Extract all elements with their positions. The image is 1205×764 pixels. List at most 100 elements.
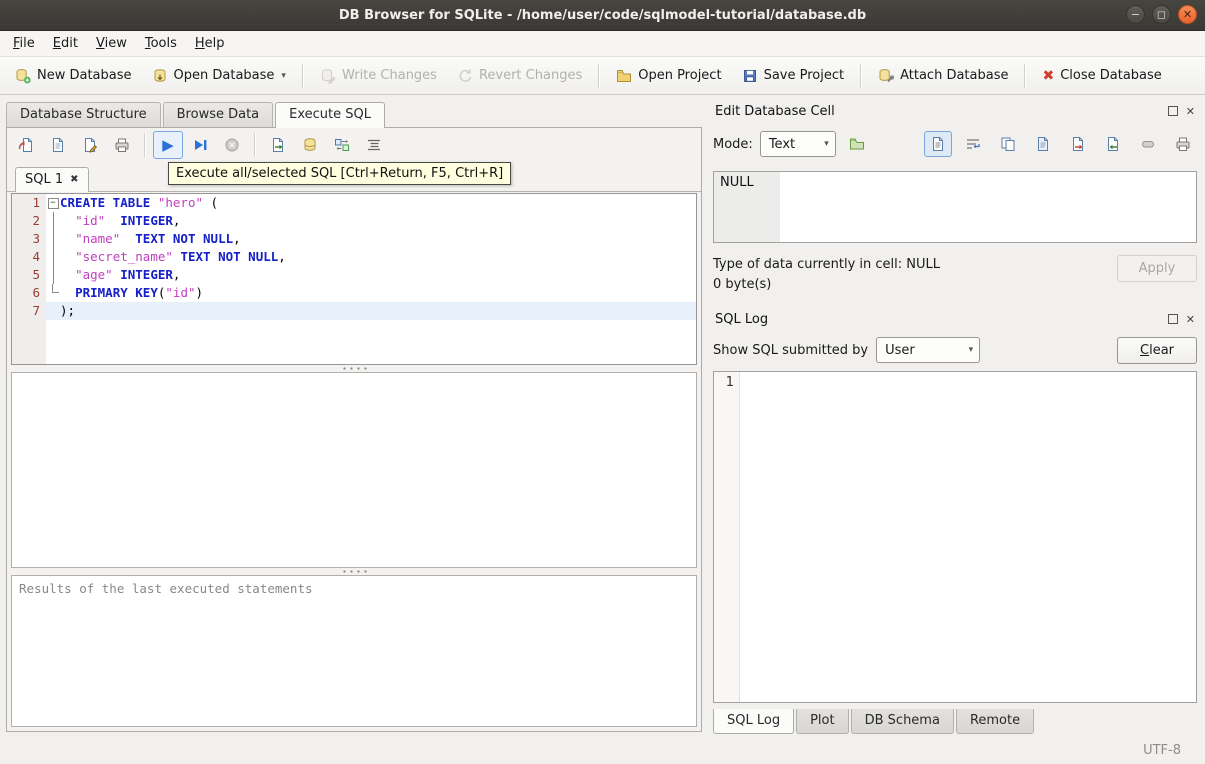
dock-float-icon[interactable] — [1167, 106, 1178, 116]
minimize-button[interactable]: − — [1126, 5, 1145, 24]
dock-tab-sql-log[interactable]: SQL Log — [713, 709, 795, 734]
editor-line[interactable]: 3 "name" TEXT NOT NULL, — [12, 230, 696, 248]
export-cell-button[interactable] — [1064, 131, 1092, 157]
text-mode-icon — [933, 137, 943, 151]
menu-file[interactable]: File — [4, 34, 44, 53]
sql-document-tab[interactable]: SQL 1 ✖ — [15, 167, 89, 192]
dock-tab-db-schema[interactable]: DB Schema — [850, 709, 954, 734]
dock-tab-remote[interactable]: Remote — [955, 709, 1035, 734]
open-project-button[interactable]: Open Project — [607, 63, 730, 89]
editor-line[interactable]: 1− CREATE TABLE "hero" ( — [12, 194, 696, 212]
fold-guide — [46, 284, 60, 302]
editor-splitter[interactable] — [7, 365, 701, 372]
open-database-button[interactable]: Open Database ▾ — [143, 63, 295, 89]
find-replace-button[interactable] — [327, 131, 357, 159]
open-database-dropdown-icon[interactable]: ▾ — [281, 71, 286, 81]
format-sql-button[interactable] — [359, 131, 389, 159]
open-file-in-cell-button[interactable] — [843, 131, 871, 157]
dock-float-icon[interactable] — [1167, 314, 1178, 324]
database-button[interactable] — [295, 131, 325, 159]
title-bar[interactable]: DB Browser for SQLite - /home/user/code/… — [0, 0, 1205, 31]
editor-line[interactable]: 5 "age" INTEGER, — [12, 266, 696, 284]
tab-browse-data[interactable]: Browse Data — [162, 102, 274, 127]
editor-line[interactable]: 7); — [12, 302, 696, 320]
save-cell-icon — [1038, 137, 1048, 151]
tooltip: Execute all/selected SQL [Ctrl+Return, F… — [168, 162, 512, 185]
execute-all-button[interactable]: ▶ — [153, 131, 183, 159]
sql-tab-close-icon[interactable]: ✖ — [70, 174, 78, 185]
line-number: 7 — [32, 303, 40, 318]
maximize-button[interactable]: ◻ — [1152, 5, 1171, 24]
save-sql-file-as-button[interactable] — [75, 131, 105, 159]
results-message-pane[interactable]: Results of the last executed statements — [11, 575, 697, 727]
attach-database-icon — [879, 68, 895, 82]
save-sql-file-icon — [53, 138, 63, 152]
close-database-button[interactable]: ✖ Close Database — [1033, 63, 1170, 88]
open-sql-file-button[interactable] — [11, 131, 41, 159]
edit-cell-title: Edit Database Cell — [715, 103, 835, 119]
toolbar-separator — [301, 63, 304, 88]
code-line[interactable]: PRIMARY KEY("id") — [60, 284, 696, 302]
save-sql-file-button[interactable] — [43, 131, 73, 159]
results-grid-pane[interactable] — [11, 372, 697, 568]
close-database-label: Close Database — [1060, 68, 1162, 83]
menu-edit[interactable]: Edit — [44, 34, 87, 53]
sql-tab-label: SQL 1 — [25, 172, 64, 187]
tab-database-structure[interactable]: Database Structure — [6, 102, 161, 127]
code-line[interactable]: ); — [60, 302, 696, 320]
mode-select[interactable]: Text ▾ — [759, 131, 836, 157]
import-cell-button[interactable] — [1099, 131, 1127, 157]
code-line[interactable]: "name" TEXT NOT NULL, — [60, 230, 696, 248]
clear-log-button[interactable]: Clear — [1117, 336, 1197, 364]
save-cell-button[interactable] — [1029, 131, 1057, 157]
sql-editor[interactable]: 1− CREATE TABLE "hero" (2 "id" INTEGER, 3 … — [11, 193, 697, 365]
attach-database-label: Attach Database — [900, 68, 1009, 83]
collapse-icon[interactable]: − — [47, 197, 59, 209]
print-cell-button[interactable] — [1169, 131, 1197, 157]
code-line[interactable]: "age" INTEGER, — [60, 266, 696, 284]
execute-line-button[interactable] — [185, 131, 215, 159]
export-results-button[interactable] — [263, 131, 293, 159]
open-sql-file-icon — [18, 138, 32, 152]
menu-help[interactable]: Help — [186, 34, 234, 53]
new-database-button[interactable]: New Database — [6, 63, 141, 89]
dock-tab-plot[interactable]: Plot — [796, 709, 849, 734]
dock-buttons: ✕ — [1167, 314, 1195, 325]
toolbar-separator — [598, 63, 601, 88]
status-bar: UTF-8 — [0, 736, 1205, 764]
editor-line[interactable]: 2 "id" INTEGER, — [12, 212, 696, 230]
log-filter-select[interactable]: User ▾ — [876, 337, 981, 363]
dock-close-icon[interactable]: ✕ — [1186, 314, 1195, 325]
results-splitter[interactable] — [7, 568, 701, 575]
code-line[interactable]: "secret_name" TEXT NOT NULL, — [60, 248, 696, 266]
sql-log-view[interactable]: 1 — [713, 371, 1197, 703]
fold-marker-icon[interactable]: − — [46, 194, 60, 212]
print-sql-button[interactable] — [107, 131, 137, 159]
dock-close-icon[interactable]: ✕ — [1186, 106, 1195, 117]
execute-all-icon: ▶ — [162, 135, 174, 154]
open-file-icon — [849, 138, 864, 150]
save-project-button[interactable]: Save Project — [733, 63, 854, 89]
line-number: 6 — [32, 285, 40, 300]
main-tab-bar: Database Structure Browse Data Execute S… — [6, 100, 702, 128]
code-line[interactable]: "id" INTEGER, — [60, 212, 696, 230]
set-null-button[interactable] — [1134, 131, 1162, 157]
sql-log-title: SQL Log — [715, 311, 769, 327]
splitter-handle — [341, 367, 367, 370]
tab-execute-sql[interactable]: Execute SQL — [275, 102, 386, 128]
close-button[interactable]: ✕ — [1178, 5, 1197, 24]
attach-database-button[interactable]: Attach Database — [869, 63, 1017, 89]
text-mode-button[interactable] — [924, 131, 952, 157]
mode-value: Text — [768, 136, 796, 152]
editor-line[interactable]: 4 "secret_name" TEXT NOT NULL, — [12, 248, 696, 266]
menu-tools[interactable]: Tools — [136, 34, 186, 53]
sql-log-dock-header: SQL Log ✕ — [713, 309, 1197, 329]
cell-editor[interactable]: NULL — [713, 171, 1197, 243]
sql-toolbar: ▶ — [7, 128, 701, 162]
word-wrap-button[interactable] — [959, 131, 987, 157]
encoding-indicator[interactable]: UTF-8 — [1143, 743, 1181, 758]
menu-view[interactable]: View — [87, 34, 136, 53]
code-line[interactable]: CREATE TABLE "hero" ( — [60, 194, 696, 212]
editor-line[interactable]: 6 PRIMARY KEY("id") — [12, 284, 696, 302]
copy-cell-button[interactable] — [994, 131, 1022, 157]
